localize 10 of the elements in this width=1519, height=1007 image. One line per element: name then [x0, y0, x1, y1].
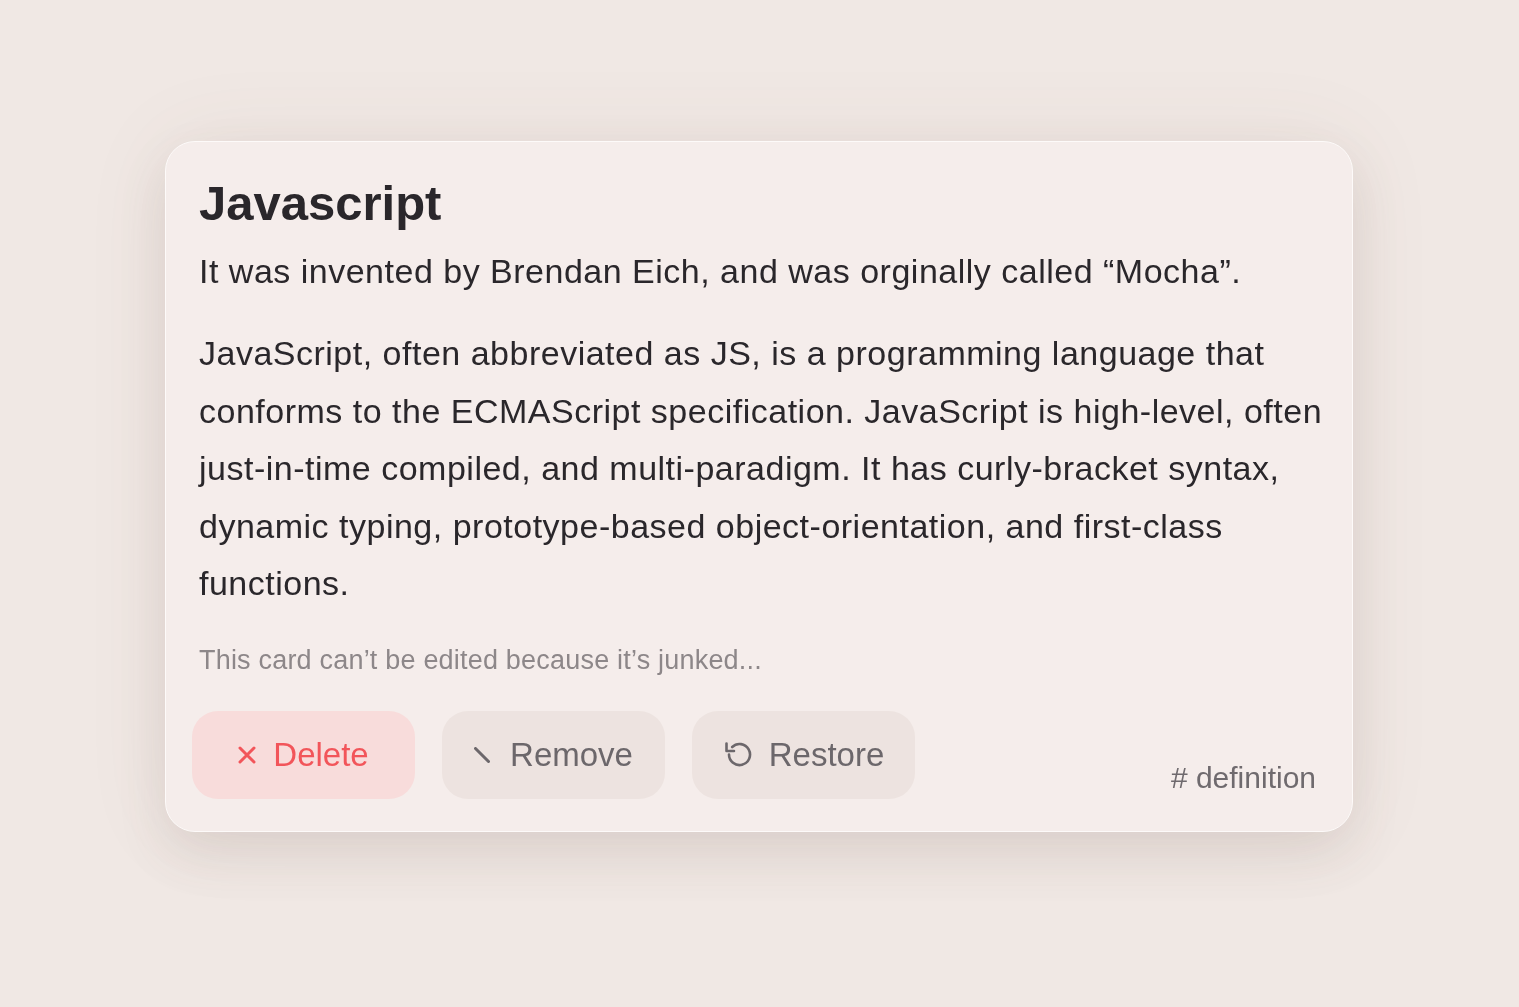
card-subtitle: It was invented by Brendan Eich, and was orginally called “Mocha”. [199, 251, 1243, 291]
card-description: JavaScript, often abbreviated as JS, is a programming language that conforms to the ECMAScript specification. JavaScript is high-level, often just-in-time compiled, and multi-paradigm. It has curly-bracket syntax, dynamic typing, prototype-based object-orientation, and first-class functions. [199, 333, 1324, 604]
close-icon [238, 745, 257, 764]
slash-icon [474, 746, 491, 763]
restore-button[interactable]: Restore [692, 710, 915, 799]
delete-button[interactable]: Delete [192, 710, 415, 799]
tag-label: # definition [1170, 759, 1316, 796]
remove-button[interactable]: Remove [442, 710, 665, 799]
card-title: Javascript [199, 175, 443, 231]
junked-notice: This card can’t be edited because it’s junked... [199, 644, 763, 676]
